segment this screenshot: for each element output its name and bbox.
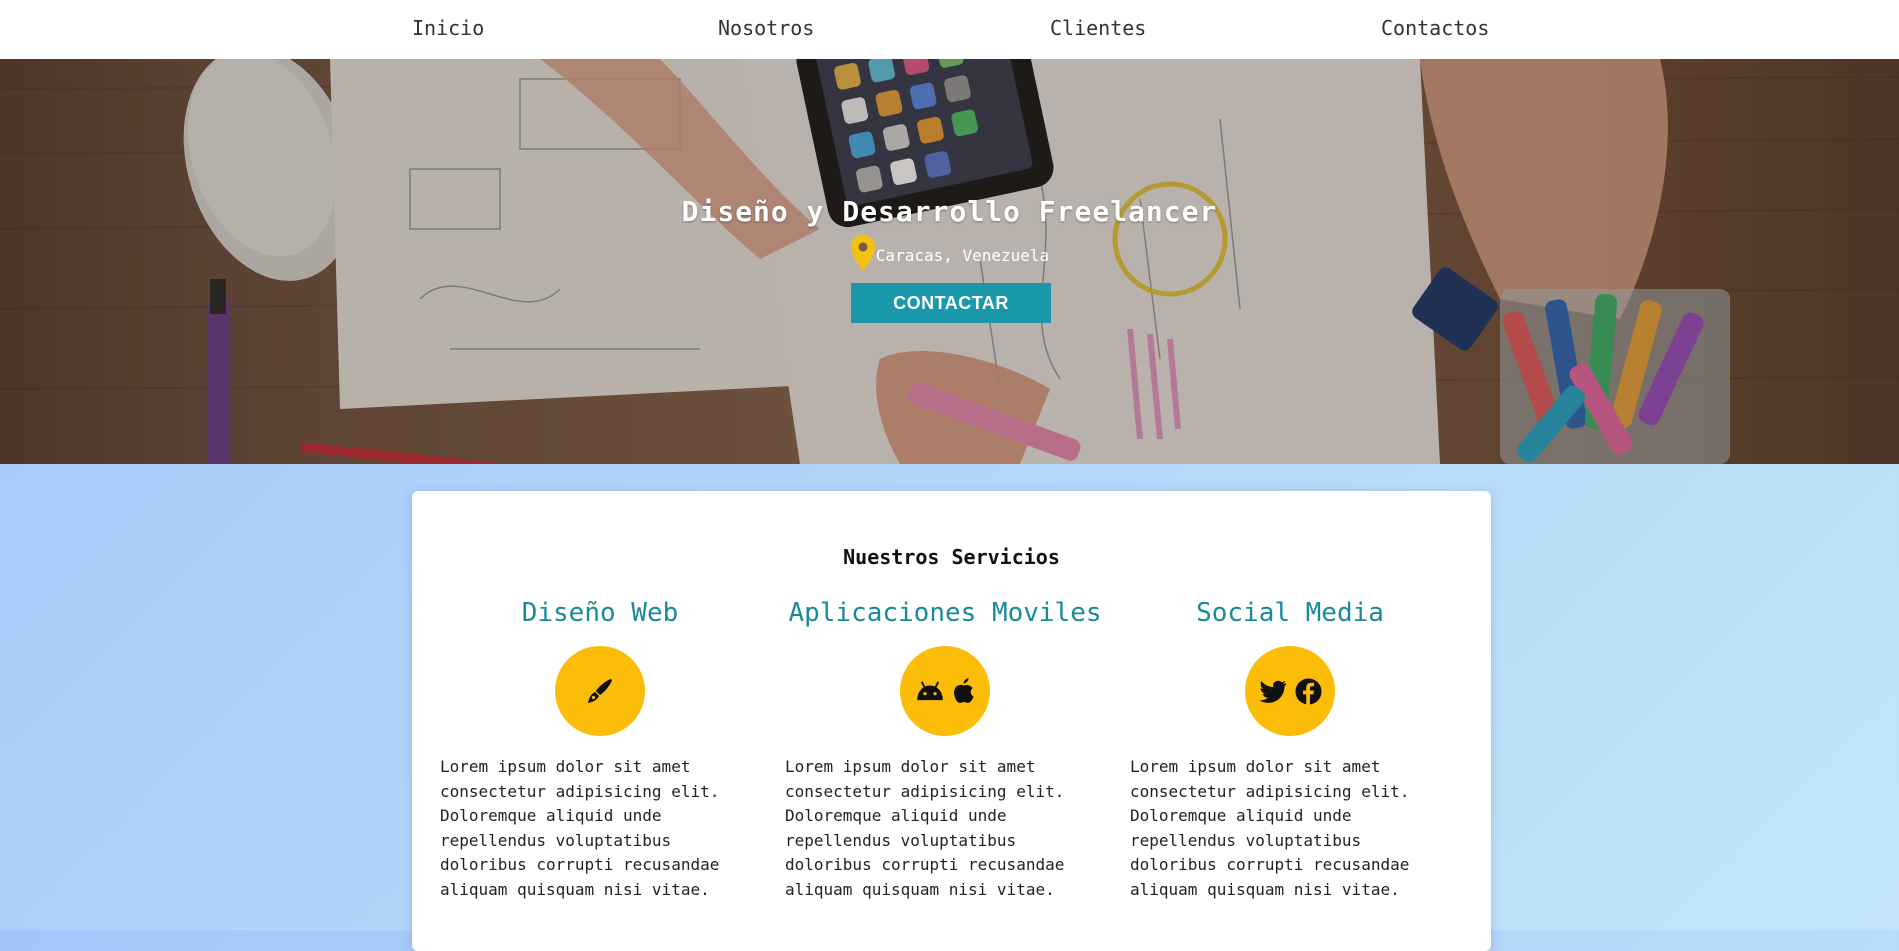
service-social-media: Social Media Lorem ipsum dolor sit amet … — [1130, 595, 1450, 902]
apple-icon — [953, 678, 975, 704]
service-icon-circle — [1245, 646, 1335, 736]
service-description: Lorem ipsum dolor sit amet consectetur a… — [440, 757, 720, 899]
pen-nib-icon — [585, 676, 615, 706]
map-pin-icon — [850, 234, 876, 272]
services-title: Nuestros Servicios — [843, 545, 1060, 569]
top-navbar: Inicio Nosotros Clientes Contactos — [0, 0, 1899, 59]
service-description: Lorem ipsum dolor sit amet consectetur a… — [785, 757, 1065, 899]
nav-link-clientes[interactable]: Clientes — [1050, 0, 1146, 59]
nav-link-inicio[interactable]: Inicio — [412, 0, 484, 59]
twitter-icon — [1258, 680, 1287, 703]
service-icon-circle — [900, 646, 990, 736]
service-icon-circle — [555, 646, 645, 736]
services-card: Nuestros Servicios Diseño Web Lorem ipsu… — [412, 491, 1491, 951]
hero-title: Diseño y Desarrollo Freelancer — [681, 195, 1218, 228]
nav-link-contactos[interactable]: Contactos — [1381, 0, 1489, 59]
nav-link-nosotros[interactable]: Nosotros — [718, 0, 814, 59]
facebook-icon — [1294, 677, 1322, 705]
service-aplicaciones-moviles: Aplicaciones Moviles Lorem ipsum dolor s… — [785, 595, 1105, 902]
service-name: Diseño Web — [521, 598, 679, 628]
hero-location-text: Caracas, Venezuela — [875, 246, 1050, 265]
service-diseno-web: Diseño Web Lorem ipsum dolor sit amet co… — [440, 595, 760, 902]
android-icon — [915, 680, 945, 702]
hero-location: Caracas, Venezuela — [0, 231, 1899, 275]
contactar-button[interactable]: CONTACTAR — [851, 283, 1051, 323]
hero-banner: Diseño y Desarrollo Freelancer Caracas, … — [0, 59, 1899, 464]
service-name: Social Media — [1196, 598, 1384, 628]
service-name: Aplicaciones Moviles — [788, 598, 1102, 628]
service-description: Lorem ipsum dolor sit amet consectetur a… — [1130, 757, 1410, 899]
